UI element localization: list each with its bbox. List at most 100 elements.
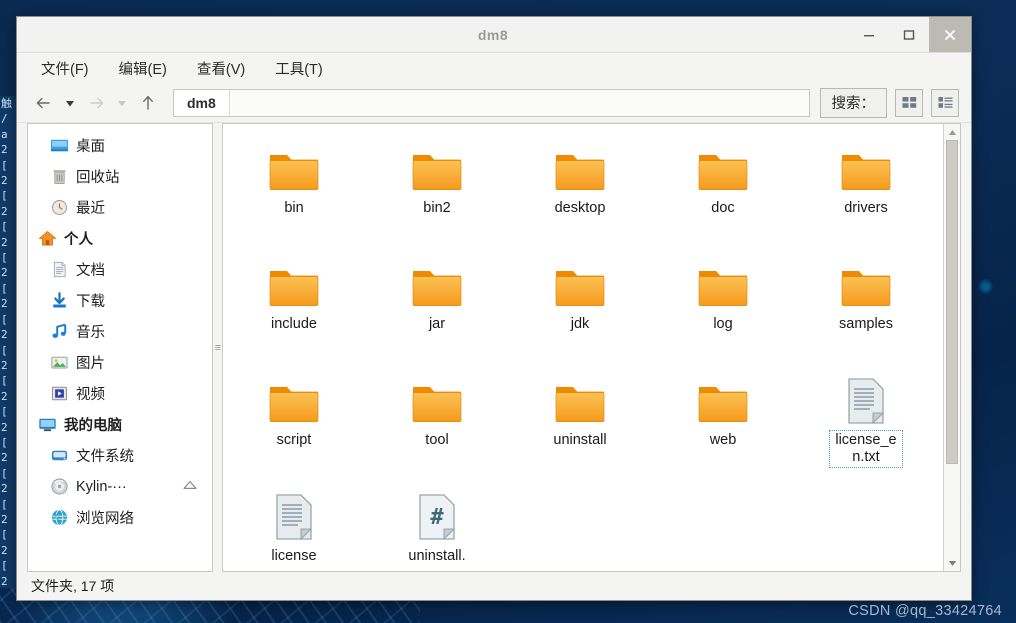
up-button[interactable]	[135, 89, 161, 117]
watermark: CSDN @qq_33424764	[848, 603, 1002, 619]
folder-icon-wrap	[552, 136, 608, 194]
folder-icon	[698, 387, 748, 422]
sidebar-item-downloads[interactable]: 下载	[28, 285, 212, 316]
file-item[interactable]: bin	[235, 136, 353, 218]
folder-icon-wrap	[266, 368, 322, 426]
file-name-label: include	[271, 316, 317, 332]
sidebar-item-network[interactable]: 浏览网络	[28, 502, 212, 533]
sidebar-item-videos[interactable]: 视频	[28, 378, 212, 409]
sidebar-item-desktop[interactable]: 桌面	[28, 130, 212, 161]
file-item[interactable]: doc	[664, 136, 782, 218]
text-icon-wrap	[272, 484, 316, 542]
file-item[interactable]: license_en.txt	[807, 368, 925, 468]
scroll-down-button[interactable]	[944, 555, 960, 571]
file-item[interactable]: drivers	[807, 136, 925, 218]
sidebar-item-label: 视频	[76, 387, 105, 403]
triangle-down-icon	[948, 560, 956, 566]
path-bar[interactable]: dm8	[173, 88, 810, 117]
file-item[interactable]: # uninstall.	[378, 484, 496, 566]
sidebar-item-kylin-disc[interactable]: Kylin-···	[28, 471, 212, 502]
file-icon-view[interactable]: bin bin2 desktop doc drivers include jar jdk log…	[223, 124, 943, 571]
sidebar-item-documents[interactable]: 文档	[28, 254, 212, 285]
filesystem-icon	[50, 446, 69, 465]
file-manager-window: dm8 文件(F) 编辑(E) 查看(V) 工具(T) dm8 搜索： 桌面 回…	[16, 16, 972, 601]
back-history-dropdown[interactable]	[57, 89, 83, 117]
folder-icon	[555, 155, 605, 190]
folder-icon-wrap	[409, 136, 465, 194]
forward-button	[83, 89, 109, 117]
folder-icon-wrap	[838, 136, 894, 194]
arrow-up-icon	[143, 95, 153, 110]
sidebar-item-computer[interactable]: 我的电脑	[28, 409, 212, 440]
sidebar-places[interactable]: 桌面回收站最近 个人 文档 下载 音乐 图片视频我的电脑文件系统 Kylin-··· 浏览网络	[27, 123, 213, 572]
path-bar-empty-area[interactable]	[229, 89, 809, 116]
sidebar-item-trash[interactable]: 回收站	[28, 161, 212, 192]
file-item[interactable]: uninstall	[521, 368, 639, 450]
file-item[interactable]: script	[235, 368, 353, 450]
text-file-icon	[276, 494, 313, 541]
music-icon	[50, 322, 69, 341]
file-item[interactable]: web	[664, 368, 782, 450]
clock-icon	[50, 198, 69, 217]
folder-icon	[698, 271, 748, 306]
sidebar-item-home[interactable]: 个人	[28, 223, 212, 254]
content-pane: bin bin2 desktop doc drivers include jar jdk log…	[222, 123, 961, 572]
vertical-scrollbar[interactable]	[943, 124, 960, 571]
file-item[interactable]: jdk	[521, 252, 639, 334]
minimize-button[interactable]	[849, 17, 889, 52]
scroll-up-button[interactable]	[944, 124, 960, 140]
sidebar-item-label: 文件系统	[76, 449, 134, 465]
pane-splitter[interactable]: ≡	[213, 123, 222, 572]
file-item[interactable]: tool	[378, 368, 496, 450]
folder-icon-wrap	[552, 252, 608, 310]
menu-edit[interactable]: 编辑(E)	[117, 56, 169, 81]
scrollbar-thumb[interactable]	[946, 140, 958, 464]
file-item[interactable]: log	[664, 252, 782, 334]
file-name-label: bin2	[423, 200, 451, 216]
file-item[interactable]: jar	[378, 252, 496, 334]
sidebar-item-pictures[interactable]: 图片	[28, 347, 212, 378]
folder-icon-wrap	[838, 252, 894, 310]
file-item[interactable]: bin2	[378, 136, 496, 218]
disc-icon	[50, 477, 69, 496]
sidebar-item-label: 浏览网络	[76, 511, 134, 527]
file-item[interactable]: license	[235, 484, 353, 566]
folder-icon	[269, 387, 319, 422]
video-icon	[50, 384, 69, 403]
close-button[interactable]	[929, 17, 971, 52]
menu-view[interactable]: 查看(V)	[195, 56, 247, 81]
sidebar-item-filesystem[interactable]: 文件系统	[28, 440, 212, 471]
text-icon-wrap	[844, 368, 888, 426]
desktop-icon	[50, 136, 69, 155]
back-button[interactable]	[31, 89, 57, 117]
file-name-label: jar	[428, 316, 446, 332]
svg-text:#: #	[430, 505, 444, 530]
trash-icon	[50, 167, 69, 186]
maximize-icon	[903, 29, 915, 40]
sidebar-item-music[interactable]: 音乐	[28, 316, 212, 347]
file-item[interactable]: desktop	[521, 136, 639, 218]
view-icons-button[interactable]	[895, 88, 923, 117]
file-item[interactable]: samples	[807, 252, 925, 334]
view-list-button[interactable]	[931, 88, 959, 117]
file-name-label: web	[709, 432, 737, 448]
file-item[interactable]: include	[235, 252, 353, 334]
menu-tools[interactable]: 工具(T)	[273, 56, 325, 81]
folder-icon	[269, 155, 319, 190]
download-icon	[50, 291, 69, 310]
folder-icon-wrap	[695, 136, 751, 194]
arrow-right-icon	[90, 97, 104, 108]
scrollbar-track[interactable]	[944, 140, 960, 555]
titlebar[interactable]: dm8	[17, 17, 971, 53]
sidebar-item-label: 回收站	[76, 170, 120, 186]
chevron-down-icon-disabled	[118, 100, 126, 106]
eject-icon[interactable]	[182, 479, 198, 495]
folder-icon	[841, 155, 891, 190]
menu-file[interactable]: 文件(F)	[39, 56, 91, 81]
search-button[interactable]: 搜索：	[819, 87, 887, 118]
file-name-label: license	[271, 548, 317, 564]
grid-view-icon	[902, 97, 916, 108]
sidebar-item-recent[interactable]: 最近	[28, 192, 212, 223]
breadcrumb-dm8[interactable]: dm8	[174, 89, 230, 116]
maximize-button[interactable]	[889, 17, 929, 52]
